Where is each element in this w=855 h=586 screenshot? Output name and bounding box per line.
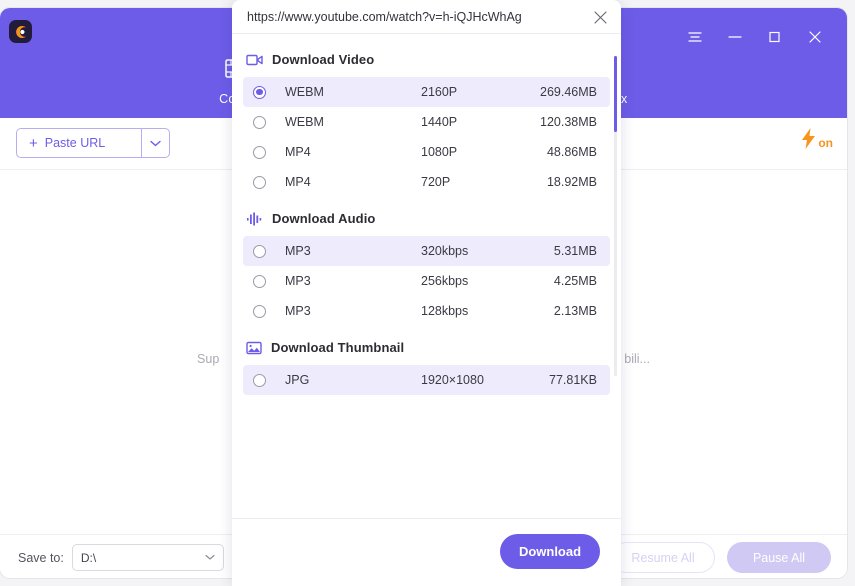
option-size: 5.31MB — [554, 244, 597, 258]
option-radio[interactable] — [253, 116, 266, 129]
download-option-row[interactable]: MP3 256kbps 4.25MB — [243, 266, 610, 296]
option-radio[interactable] — [253, 275, 266, 288]
option-quality: 256kbps — [421, 274, 468, 288]
option-format: MP3 — [285, 274, 311, 288]
option-quality: 720P — [421, 175, 450, 189]
download-option-row[interactable]: WEBM 1440P 120.38MB — [243, 107, 610, 137]
option-radio[interactable] — [253, 86, 266, 99]
option-radio[interactable] — [253, 245, 266, 258]
option-format: MP3 — [285, 244, 311, 258]
audio-waveform-icon — [246, 212, 263, 226]
option-quality: 2160P — [421, 85, 457, 99]
option-format: WEBM — [285, 115, 324, 129]
modal-header: https://www.youtube.com/watch?v=h-iQJHcW… — [232, 0, 621, 34]
option-format: WEBM — [285, 85, 324, 99]
download-option-row[interactable]: MP4 720P 18.92MB — [243, 167, 610, 197]
section-header: Download Video — [232, 38, 621, 77]
modal-body: Download Video WEBM 2160P 269.46MB WEBM 1440P… — [232, 34, 621, 518]
option-quality: 1080P — [421, 145, 457, 159]
option-format: MP4 — [285, 145, 311, 159]
close-icon[interactable] — [589, 6, 611, 28]
option-format: MP4 — [285, 175, 311, 189]
option-size: 2.13MB — [554, 304, 597, 318]
download-option-row[interactable]: WEBM 2160P 269.46MB — [243, 77, 610, 107]
image-picture-icon — [246, 341, 262, 355]
section-title: Download Thumbnail — [271, 340, 404, 355]
option-size: 120.38MB — [540, 115, 597, 129]
option-size: 269.46MB — [540, 85, 597, 99]
download-option-row[interactable]: JPG 1920×1080 77.81KB — [243, 365, 610, 395]
option-format: JPG — [285, 373, 309, 387]
option-size: 48.86MB — [547, 145, 597, 159]
modal-url-text: https://www.youtube.com/watch?v=h-iQJHcW… — [232, 10, 522, 24]
option-radio[interactable] — [253, 305, 266, 318]
download-option-row[interactable]: MP4 1080P 48.86MB — [243, 137, 610, 167]
option-radio[interactable] — [253, 146, 266, 159]
section-header: Download Thumbnail — [232, 326, 621, 365]
option-size: 18.92MB — [547, 175, 597, 189]
download-option-row[interactable]: MP3 320kbps 5.31MB — [243, 236, 610, 266]
screen-root: Convert Toolbox — [0, 0, 855, 586]
option-size: 4.25MB — [554, 274, 597, 288]
section-title: Download Video — [272, 52, 374, 67]
scrollbar-thumb[interactable] — [614, 56, 617, 132]
section-header: Download Audio — [232, 197, 621, 236]
video-camera-icon — [246, 53, 263, 67]
option-quality: 128kbps — [421, 304, 468, 318]
option-radio[interactable] — [253, 374, 266, 387]
option-size: 77.81KB — [549, 373, 597, 387]
option-quality: 1920×1080 — [421, 373, 484, 387]
option-quality: 1440P — [421, 115, 457, 129]
download-options-modal: https://www.youtube.com/watch?v=h-iQJHcW… — [232, 0, 621, 586]
download-button[interactable]: Download — [500, 534, 600, 569]
option-format: MP3 — [285, 304, 311, 318]
option-radio[interactable] — [253, 176, 266, 189]
section-title: Download Audio — [272, 211, 375, 226]
modal-footer: Download — [232, 518, 621, 586]
option-quality: 320kbps — [421, 244, 468, 258]
download-option-row[interactable]: MP3 128kbps 2.13MB — [243, 296, 610, 326]
